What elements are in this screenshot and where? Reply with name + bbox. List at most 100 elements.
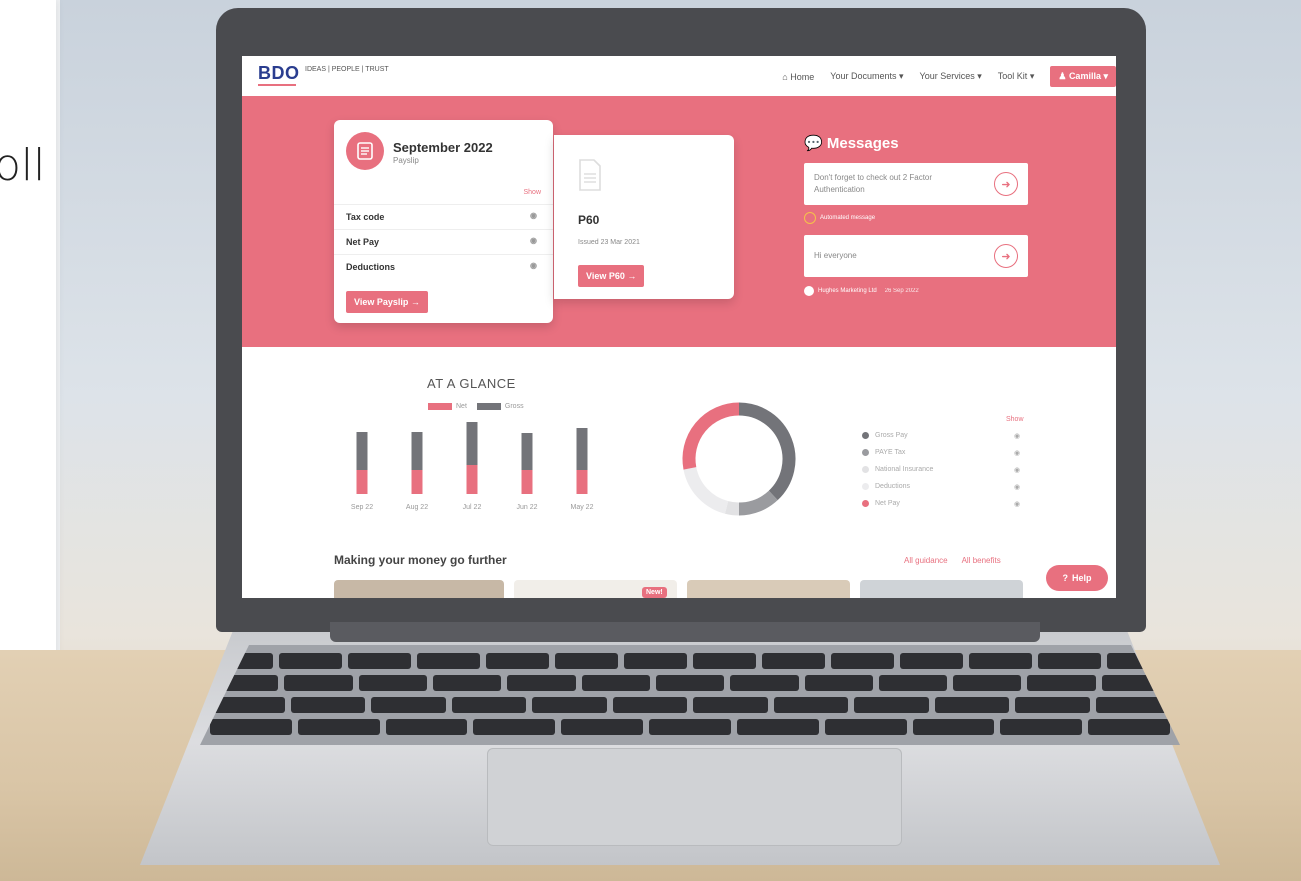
view-p60-button[interactable]: View P60 → bbox=[578, 265, 645, 287]
eye-icon[interactable]: ◉ bbox=[1014, 500, 1020, 508]
eye-icon[interactable]: ◉ bbox=[1014, 432, 1020, 440]
caret-down-icon: ▾ bbox=[899, 71, 904, 81]
arrow-circle-right-icon[interactable]: ➜ bbox=[994, 172, 1018, 196]
bar-net bbox=[521, 470, 533, 494]
legend-dot bbox=[862, 483, 869, 490]
tagline: IDEAS | PEOPLE | TRUST bbox=[305, 66, 389, 73]
donut-slice bbox=[738, 402, 796, 501]
caret-down-icon: ▾ bbox=[1029, 71, 1035, 81]
all-guidance-link[interactable]: All guidance bbox=[904, 556, 948, 565]
bdo-logo[interactable]: BDO bbox=[258, 63, 300, 84]
p60-title: P60 bbox=[578, 213, 600, 227]
user-icon: ♟ bbox=[1058, 71, 1067, 81]
show-link[interactable]: Show bbox=[523, 189, 541, 196]
bar-net bbox=[466, 465, 478, 494]
guidance-thumbnail[interactable] bbox=[687, 580, 850, 598]
eye-icon[interactable]: ◉ bbox=[1014, 449, 1020, 457]
x-tick-label: Jun 22 bbox=[516, 504, 537, 511]
legend-swatch-net bbox=[428, 403, 452, 410]
bar-chart: Sep 22 Aug 22 Jul 22 Jun 22 May 22 bbox=[351, 422, 594, 511]
message-text: Hi everyone bbox=[814, 251, 857, 260]
x-tick-label: Aug 22 bbox=[406, 504, 428, 511]
breakdown-item: PAYE Tax bbox=[862, 449, 905, 456]
eye-icon[interactable]: ◉ bbox=[530, 261, 537, 270]
guidance-thumbnail[interactable] bbox=[334, 580, 504, 598]
x-tick-label: Sep 22 bbox=[351, 504, 373, 511]
file-icon bbox=[578, 159, 602, 196]
guidance-thumbnail[interactable] bbox=[860, 580, 1023, 598]
eye-icon[interactable]: ◉ bbox=[530, 211, 537, 220]
message-card[interactable]: Hi everyone ➜ bbox=[804, 235, 1028, 277]
breakdown-label: PAYE Tax bbox=[875, 449, 906, 456]
breakdown-item: National Insurance bbox=[862, 466, 933, 473]
legend-net-label: Net bbox=[456, 403, 467, 410]
new-badge: New! bbox=[642, 587, 667, 598]
nav-home[interactable]: ⌂ Home bbox=[782, 72, 814, 82]
payslip-row-deductions: Deductions ◉ bbox=[334, 254, 553, 279]
laptop-trackpad bbox=[487, 748, 902, 846]
legend-swatch-gross bbox=[476, 403, 501, 410]
guidance-links: All guidance All benefits bbox=[904, 556, 1001, 565]
payslip-title: September 2022 bbox=[393, 140, 493, 155]
p60-issued-date: Issued 23 Mar 2021 bbox=[578, 239, 640, 246]
donut-slice bbox=[738, 490, 778, 516]
all-benefits-link[interactable]: All benefits bbox=[962, 556, 1001, 565]
message-card[interactable]: Don't forget to check out 2 Factor Authe… bbox=[804, 163, 1028, 205]
donut-chart bbox=[682, 402, 796, 516]
eye-icon[interactable]: ◉ bbox=[530, 236, 537, 245]
arrow-circle-right-icon[interactable]: ➜ bbox=[994, 244, 1018, 268]
nav-toolkit[interactable]: Tool Kit ▾ bbox=[998, 71, 1035, 82]
payslip-subtitle: Payslip bbox=[393, 156, 419, 165]
message-meta: Hughes Marketing Ltd 26 Sep 2022 bbox=[804, 286, 919, 296]
logo-underline bbox=[258, 84, 296, 86]
sender-avatar-icon bbox=[804, 286, 814, 296]
user-menu-button[interactable]: ♟ Camilla ▾ bbox=[1050, 66, 1116, 87]
breakdown-item: Deductions bbox=[862, 483, 910, 490]
donut-slice bbox=[724, 501, 740, 516]
hero-banner: September 2022 Payslip Show Tax code ◉ Ne… bbox=[242, 96, 1116, 347]
document-icon bbox=[346, 132, 384, 170]
money-section-title: Making your money go further bbox=[334, 553, 507, 567]
legend-dot bbox=[862, 500, 869, 507]
view-payslip-button[interactable]: View Payslip → bbox=[346, 291, 428, 313]
payslip-card: September 2022 Payslip Show Tax code ◉ Ne… bbox=[334, 120, 553, 323]
bar-net bbox=[411, 470, 423, 494]
bar-chart-legend: Net Gross bbox=[428, 403, 524, 410]
legend-dot bbox=[862, 466, 869, 473]
nav-links: ⌂ Home Your Documents ▾ Your Services ▾ … bbox=[782, 66, 1116, 87]
nav-documents[interactable]: Your Documents ▾ bbox=[830, 71, 903, 82]
legend-dot bbox=[862, 432, 869, 439]
help-circle-icon: ? bbox=[1062, 573, 1068, 583]
laptop-screen: BDO IDEAS | PEOPLE | TRUST ⌂ Home Your D… bbox=[242, 56, 1116, 598]
breakdown-show-link[interactable]: Show bbox=[1006, 416, 1024, 423]
chat-icon: 💬 bbox=[804, 135, 823, 152]
side-panel-text: oll bbox=[0, 140, 46, 191]
nav-services[interactable]: Your Services ▾ bbox=[920, 71, 982, 82]
eye-icon[interactable]: ◉ bbox=[1014, 483, 1020, 491]
message-text: Don't forget to check out 2 Factor Authe… bbox=[814, 173, 933, 194]
arrow-right-icon: → bbox=[627, 271, 637, 281]
message-meta: Automated message bbox=[804, 212, 875, 224]
breakdown-item: Net Pay bbox=[862, 500, 900, 507]
p60-card: P60 Issued 23 Mar 2021 View P60 → bbox=[554, 135, 734, 299]
messages-heading: 💬 Messages bbox=[804, 135, 899, 152]
glance-title: AT A GLANCE bbox=[427, 376, 516, 391]
payslip-row-tax-code: Tax code ◉ bbox=[334, 204, 553, 229]
top-nav: BDO IDEAS | PEOPLE | TRUST ⌂ Home Your D… bbox=[242, 56, 1116, 97]
arrow-right-icon: → bbox=[410, 297, 420, 307]
automated-icon bbox=[804, 212, 816, 224]
caret-down-icon: ▾ bbox=[1103, 71, 1108, 81]
legend-dot bbox=[862, 449, 869, 456]
bar-net bbox=[356, 470, 368, 494]
payslip-row-net-pay: Net Pay ◉ bbox=[334, 229, 553, 254]
breakdown-item: Gross Pay bbox=[862, 432, 908, 439]
legend-gross-label: Gross bbox=[504, 403, 524, 410]
bar-net bbox=[576, 470, 588, 494]
help-button[interactable]: ? Help bbox=[1046, 565, 1108, 591]
breakdown-label: Deductions bbox=[875, 483, 911, 490]
breakdown-label: Gross Pay bbox=[875, 432, 908, 439]
eye-icon[interactable]: ◉ bbox=[1014, 466, 1020, 474]
laptop-keyboard bbox=[200, 645, 1180, 745]
home-icon: ⌂ bbox=[782, 71, 788, 82]
donut-slice bbox=[682, 402, 740, 470]
